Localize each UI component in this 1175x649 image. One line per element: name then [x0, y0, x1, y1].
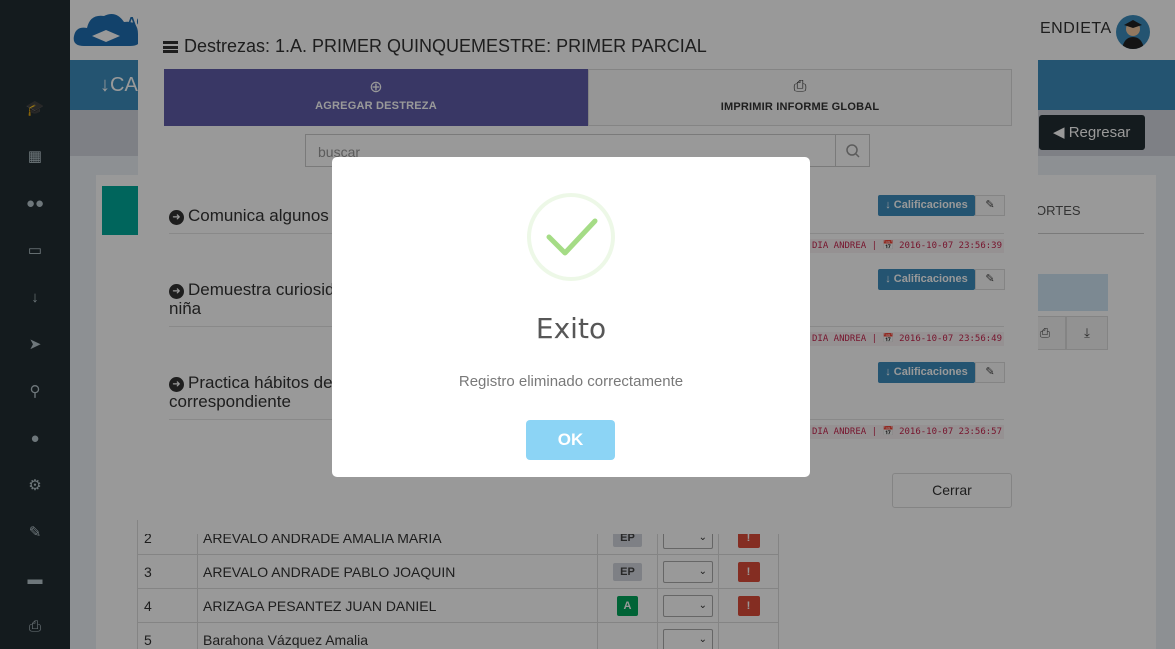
alert-title: Exito — [535, 312, 607, 345]
success-check-icon — [527, 193, 615, 281]
success-alert: Exito Registro eliminado correctamente O… — [332, 157, 810, 477]
ok-button[interactable]: OK — [526, 420, 615, 460]
alert-message: Registro eliminado correctamente — [458, 373, 684, 390]
